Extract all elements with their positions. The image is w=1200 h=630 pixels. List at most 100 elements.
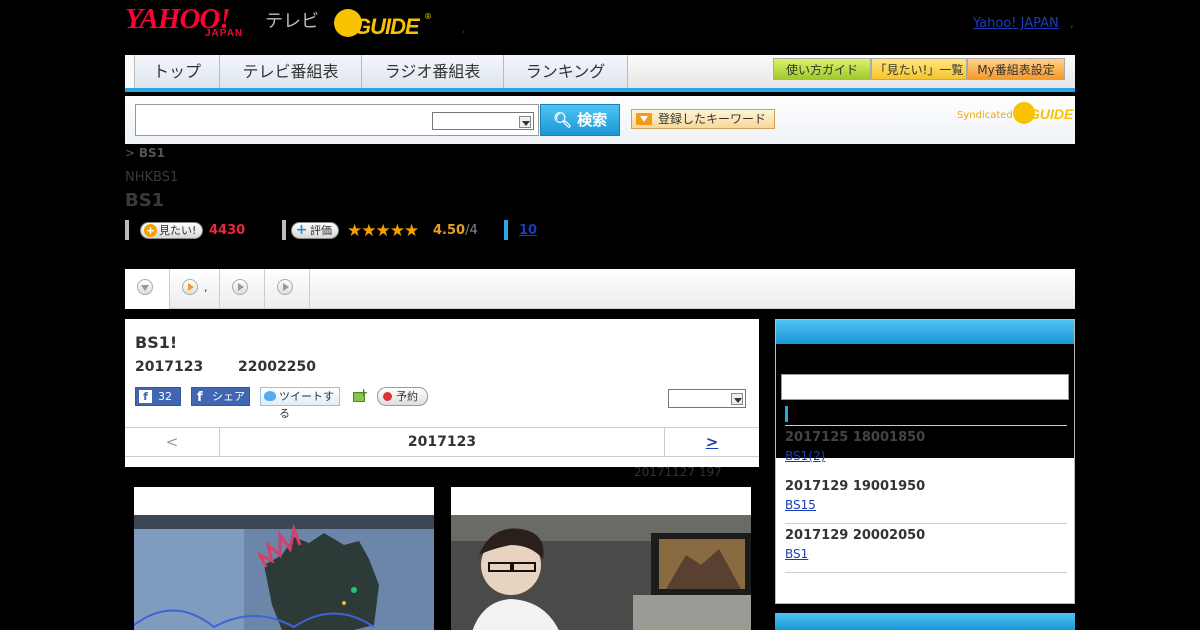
tv-label: テレビ bbox=[265, 11, 319, 32]
nav-tab-top[interactable]: トップ bbox=[135, 55, 220, 88]
syndicated-gguide-logo: GUIDE bbox=[1013, 102, 1073, 126]
sidebar-list-item[interactable]: 2017125 18001850 BS1(2) bbox=[785, 430, 1067, 464]
stats-divider bbox=[125, 220, 129, 240]
sidebar-search-input[interactable] bbox=[781, 374, 1069, 400]
sidebar-item-date: 2017129 20002050 bbox=[785, 528, 926, 543]
breadcrumb-current: BS1 bbox=[138, 146, 166, 160]
sidebar-list-item[interactable]: 2017129 19001950 BS15 bbox=[785, 479, 1067, 524]
facebook-like-button[interactable]: f 32 bbox=[135, 387, 181, 406]
rate-button[interactable]: + 評価 bbox=[291, 222, 339, 239]
sidebar-header bbox=[776, 320, 1074, 344]
stats-divider bbox=[282, 220, 286, 240]
facebook-like-count: 32 bbox=[158, 390, 172, 403]
japan-logo-text: JAPAN bbox=[205, 28, 244, 39]
want-count: 4430 bbox=[209, 223, 246, 238]
nav-tab-radio-schedule[interactable]: ラジオ番組表 bbox=[362, 55, 504, 88]
chevron-down-icon bbox=[519, 116, 531, 128]
program-stats: + 見たい! 4430 + 評価 ★★★★★ 4.50/4 10 bbox=[125, 220, 725, 242]
syndicated-label: Syndicated bbox=[957, 110, 1013, 121]
sidebar-second-header bbox=[775, 613, 1075, 630]
sidebar-item-divider bbox=[785, 523, 1067, 524]
sidebar-item-link[interactable]: BS15 bbox=[785, 498, 816, 512]
gguide-reg-mark: ® bbox=[424, 12, 432, 21]
pager-next-button[interactable]: > bbox=[664, 428, 759, 456]
yahoo-japan-link[interactable]: Yahoo! JAPAN bbox=[973, 16, 1059, 31]
dropdown-arrow-icon bbox=[636, 113, 652, 125]
play-icon bbox=[232, 279, 248, 295]
want-button-label: 見たい! bbox=[159, 224, 197, 237]
content-tabs: , bbox=[125, 269, 1075, 309]
main-nav: トップ テレビ番組表 ラジオ番組表 ランキング 使い方ガイド 「見たい!」一覧 … bbox=[125, 55, 1075, 92]
reserve-button[interactable]: 予約 bbox=[377, 387, 428, 406]
thumbnail-image bbox=[451, 515, 751, 630]
page: YAHOO! JAPAN テレビ GUIDE ® , Yahoo! JAPAN … bbox=[0, 0, 1200, 630]
play-icon bbox=[182, 279, 198, 295]
twitter-bird-icon bbox=[264, 391, 276, 401]
facebook-share-button[interactable]: f シェア bbox=[191, 387, 250, 406]
syndicated-logo-text: GUIDE bbox=[1029, 106, 1074, 122]
nav-tab-ranking[interactable]: ランキング bbox=[504, 55, 628, 88]
pager-date: 2017123 bbox=[407, 434, 477, 450]
gguide-logo[interactable]: GUIDE ® bbox=[334, 6, 434, 42]
sidebar-section-marker bbox=[785, 406, 788, 422]
header-separator: , bbox=[462, 24, 466, 35]
sidebar-divider bbox=[785, 425, 1067, 426]
related-programs-sidebar: 2017125 18001850 BS1(2) 2017129 19001950… bbox=[775, 319, 1075, 604]
play-icon bbox=[277, 279, 293, 295]
calendar-plus-glyph: + bbox=[359, 386, 369, 399]
add-to-calendar-icon[interactable]: + bbox=[351, 386, 369, 404]
sidebar-item-date: 2017125 18001850 bbox=[785, 430, 926, 445]
search-button[interactable]: 🔍︎ 検索 bbox=[540, 104, 620, 136]
nav-tab-tv-schedule[interactable]: テレビ番組表 bbox=[220, 55, 362, 88]
search-bar: 🔍︎ 検索 登録したキーワード Syndicated GUIDE bbox=[125, 96, 1075, 144]
thumbnail-godzilla-model[interactable] bbox=[134, 487, 434, 630]
search-category-select[interactable] bbox=[432, 112, 534, 130]
yahoo-japan-logo[interactable]: YAHOO! JAPAN bbox=[125, 4, 265, 42]
tweet-button[interactable]: ツイートする bbox=[260, 387, 340, 420]
rating-score-value: 4.50 bbox=[433, 223, 466, 238]
review-count-link[interactable]: 10 bbox=[519, 223, 537, 238]
breadcrumb-arrow: > bbox=[125, 146, 136, 160]
my-schedule-button[interactable]: My番組表設定 bbox=[967, 58, 1065, 80]
facebook-icon: f bbox=[139, 390, 152, 403]
search-button-label: 検索 bbox=[577, 111, 608, 129]
chevron-down-icon bbox=[137, 279, 153, 295]
stats-divider bbox=[504, 220, 508, 240]
search-icon: 🔍︎ bbox=[552, 111, 572, 129]
sidebar-item-date: 2017129 19001950 bbox=[785, 479, 926, 494]
saved-keywords-button[interactable]: 登録したキーワード bbox=[631, 109, 775, 129]
want-list-button[interactable]: 「見たい!」一覧 bbox=[871, 58, 967, 80]
program-options-select[interactable] bbox=[668, 389, 746, 408]
rate-button-label: 評価 bbox=[310, 224, 332, 237]
program-date: 2017123 bbox=[135, 359, 204, 375]
tab-label: , bbox=[204, 281, 208, 294]
reserve-label: 予約 bbox=[396, 390, 418, 403]
plus-icon: + bbox=[144, 224, 157, 237]
thumbnail-image bbox=[134, 515, 434, 630]
facebook-icon: f bbox=[197, 390, 203, 405]
facebook-share-label: シェア bbox=[212, 390, 245, 403]
sidebar-item-link[interactable]: BS1(2) bbox=[785, 449, 825, 463]
tab-2[interactable]: , bbox=[170, 269, 220, 309]
sidebar-item-link[interactable]: BS1 bbox=[785, 547, 808, 561]
guide-button[interactable]: 使い方ガイド bbox=[773, 58, 871, 80]
sidebar-list-item[interactable]: 2017129 20002050 BS1 bbox=[785, 528, 1067, 573]
tab-3[interactable] bbox=[220, 269, 265, 309]
channel-title: BS1 bbox=[125, 190, 165, 211]
saved-keywords-label: 登録したキーワード bbox=[658, 112, 767, 126]
rating-stars: ★★★★★ bbox=[347, 221, 419, 241]
breadcrumb: > BS1 bbox=[125, 146, 165, 160]
chevron-down-icon bbox=[731, 393, 743, 405]
want-button[interactable]: + 見たい! bbox=[140, 222, 204, 239]
tab-4[interactable] bbox=[265, 269, 310, 309]
tweet-label: ツイートする bbox=[279, 390, 334, 420]
tab-1[interactable] bbox=[125, 269, 170, 309]
pager-prev-button[interactable]: < bbox=[125, 428, 220, 456]
nav-spacer bbox=[125, 55, 135, 88]
program-detail-panel: BS1! 2017123 22002250 f 32 f シェア ツイートする … bbox=[125, 319, 759, 467]
thumbnail-workstation[interactable] bbox=[451, 487, 751, 630]
date-pager: < 2017123 > bbox=[125, 427, 759, 457]
channel-subtitle: NHKBS1 bbox=[125, 170, 179, 185]
rating-score: 4.50/4 bbox=[433, 223, 478, 238]
gguide-logo-text: GUIDE bbox=[354, 14, 420, 39]
